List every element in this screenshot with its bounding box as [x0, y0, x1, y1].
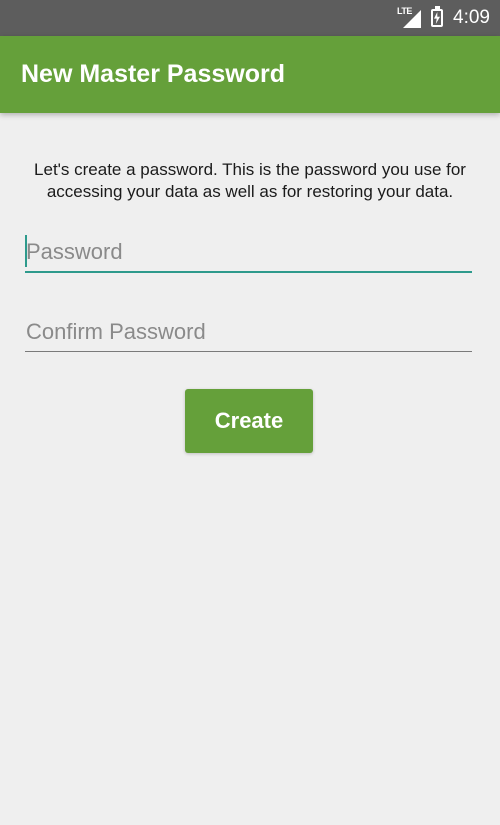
status-time: 4:09	[453, 7, 490, 28]
app-bar: New Master Password	[0, 36, 500, 113]
text-cursor	[25, 235, 27, 267]
charging-bolt-icon	[434, 12, 441, 24]
lte-signal-icon: LTE	[397, 6, 422, 28]
status-icons: LTE 4:09	[397, 0, 490, 36]
confirm-password-input[interactable]	[25, 312, 472, 352]
battery-charging-icon	[431, 6, 444, 27]
page-title: New Master Password	[21, 60, 285, 88]
status-bar: LTE 4:09	[0, 0, 500, 36]
signal-icon	[403, 10, 422, 28]
screen: LTE 4:09 New Master Password Let's creat…	[0, 0, 500, 825]
create-button[interactable]: Create	[185, 389, 313, 453]
instruction-text: Let's create a password. This is the pas…	[34, 160, 466, 201]
password-input[interactable]	[25, 233, 472, 273]
